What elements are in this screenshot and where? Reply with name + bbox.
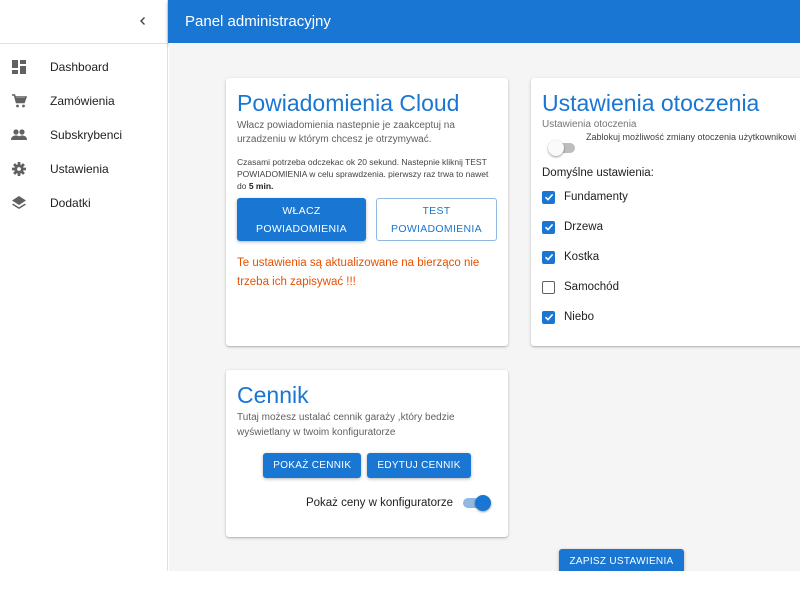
checkbox-item-fundamenty[interactable]: Fundamenty bbox=[542, 182, 800, 212]
notifications-buttons: WŁACZ POWIADOMIENIA TEST POWIADOMIENIA bbox=[237, 198, 497, 241]
checkbox-checked[interactable] bbox=[542, 190, 555, 204]
show-prices-toggle[interactable] bbox=[463, 495, 491, 511]
layers-icon bbox=[11, 195, 27, 211]
default-settings-list: Fundamenty Drzewa Kostka Samochód Niebo bbox=[542, 182, 800, 332]
check-icon bbox=[544, 253, 553, 261]
notifications-note-bold: 5 min. bbox=[248, 181, 274, 191]
sidebar-item-label: Zamówienia bbox=[50, 94, 115, 108]
sidebar-item-label: Dashboard bbox=[50, 60, 109, 74]
edit-pricing-button[interactable]: EDYTUJ CENNIK bbox=[367, 453, 471, 478]
environment-title: Ustawienia otoczenia bbox=[542, 90, 760, 116]
pricing-buttons: POKAŻ CENNIK EDYTUJ CENNIK bbox=[237, 453, 497, 478]
checkbox-unchecked[interactable] bbox=[542, 280, 555, 294]
sidebar-item-label: Dodatki bbox=[50, 196, 91, 210]
chevron-left-icon bbox=[140, 17, 145, 25]
lock-environment-label: Zablokuj możliwość zmiany otoczenia użyt… bbox=[586, 132, 797, 142]
show-prices-label: Pokaż ceny w konfiguratorze bbox=[305, 497, 453, 509]
notifications-note: Czasami potrzeba odczekac ok 20 sekund. … bbox=[237, 156, 497, 192]
check-icon bbox=[544, 313, 553, 321]
pricing-description: Tutaj możesz ustalać cennik garaży ,któr… bbox=[237, 412, 455, 438]
notifications-title: Powiadomienia Cloud bbox=[237, 90, 460, 116]
gear-icon bbox=[11, 161, 27, 177]
sidebar-nav: Dashboard Zamówienia Subskrybenci Ustawi… bbox=[0, 44, 167, 220]
people-icon bbox=[11, 127, 27, 143]
cart-icon bbox=[11, 93, 27, 109]
notifications-card: Powiadomienia Cloud Włacz powiadomienia … bbox=[226, 78, 508, 346]
checkbox-label: Fundamenty bbox=[564, 191, 628, 203]
environment-subtitle: Ustawienia otoczenia bbox=[542, 119, 637, 130]
pricing-card: Cennik Tutaj możesz ustalać cennik garaż… bbox=[226, 370, 508, 537]
checkbox-item-drzewa[interactable]: Drzewa bbox=[542, 212, 800, 242]
environment-card: Ustawienia otoczenia Ustawienia otoczeni… bbox=[531, 78, 800, 346]
notifications-note-text: Czasami potrzeba odczekac ok 20 sekund. … bbox=[237, 157, 489, 191]
save-settings-button[interactable]: ZAPISZ USTAWIENIA bbox=[559, 549, 684, 571]
check-icon bbox=[544, 193, 553, 201]
sidebar: Dashboard Zamówienia Subskrybenci Ustawi… bbox=[0, 0, 168, 571]
main-content: Powiadomienia Cloud Włacz powiadomienia … bbox=[169, 43, 800, 571]
checkbox-item-niebo[interactable]: Niebo bbox=[542, 302, 800, 332]
app-bar: Panel administracyjny bbox=[168, 0, 800, 43]
checkbox-label: Kostka bbox=[564, 251, 600, 263]
checkbox-label: Samochód bbox=[564, 281, 619, 293]
show-prices-row: Pokaż ceny w konfiguratorze bbox=[237, 495, 497, 511]
sidebar-item-settings[interactable]: Ustawienia bbox=[0, 152, 167, 186]
notifications-warning: Te ustawienia są aktualizowane na bierzą… bbox=[237, 257, 480, 288]
sidebar-item-label: Ustawienia bbox=[50, 162, 109, 176]
sidebar-item-dashboard[interactable]: Dashboard bbox=[0, 50, 167, 84]
sidebar-item-orders[interactable]: Zamówienia bbox=[0, 84, 167, 118]
dashboard-icon bbox=[11, 59, 27, 75]
sidebar-header bbox=[0, 0, 167, 44]
collapse-sidebar-button[interactable] bbox=[132, 10, 154, 32]
checkbox-item-kostka[interactable]: Kostka bbox=[542, 242, 800, 272]
sidebar-item-addons[interactable]: Dodatki bbox=[0, 186, 167, 220]
enable-notifications-button[interactable]: WŁACZ POWIADOMIENIA bbox=[237, 198, 366, 241]
sidebar-item-subscribers[interactable]: Subskrybenci bbox=[0, 118, 167, 152]
test-notifications-button[interactable]: TEST POWIADOMIENIA bbox=[375, 198, 497, 241]
pricing-title: Cennik bbox=[237, 382, 309, 408]
page-title: Panel administracyjny bbox=[185, 13, 331, 30]
checkbox-label: Drzewa bbox=[564, 221, 603, 233]
toggle-thumb bbox=[475, 495, 491, 511]
default-settings-label: Domyślne ustawienia: bbox=[542, 167, 654, 179]
checkbox-checked[interactable] bbox=[542, 250, 555, 264]
sidebar-item-label: Subskrybenci bbox=[50, 128, 123, 142]
toggle-thumb bbox=[548, 140, 564, 156]
show-pricing-button[interactable]: POKAŻ CENNIK bbox=[263, 453, 362, 478]
checkbox-checked[interactable] bbox=[542, 220, 555, 234]
notifications-description: Włacz powiadomienia nastepnie je zaakcep… bbox=[237, 120, 455, 145]
lock-environment-row: Zablokuj możliwość zmiany otoczenia użyt… bbox=[542, 130, 800, 156]
checkbox-checked[interactable] bbox=[542, 310, 555, 324]
checkbox-item-samochod[interactable]: Samochód bbox=[542, 272, 800, 302]
check-icon bbox=[544, 223, 553, 231]
lock-environment-toggle[interactable] bbox=[548, 140, 576, 156]
checkbox-label: Niebo bbox=[564, 311, 595, 323]
